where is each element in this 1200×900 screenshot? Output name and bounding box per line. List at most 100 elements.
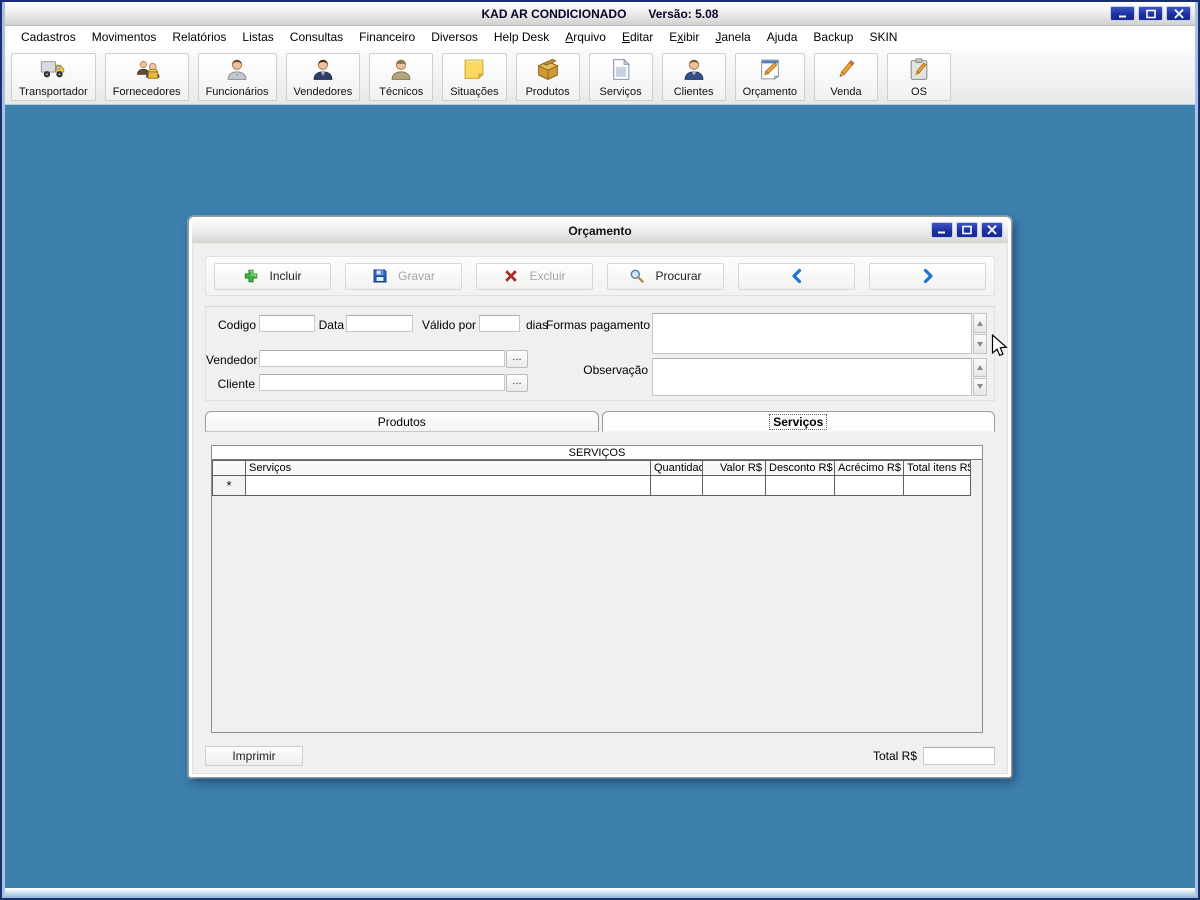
- toolbar-button-fornecedores[interactable]: Fornecedores: [104, 52, 189, 101]
- formas-pagamento-label: Formas pagamento: [546, 318, 651, 332]
- maximize-icon: [961, 225, 973, 235]
- toolbar-button-situacoes[interactable]: Situações: [442, 52, 507, 101]
- maximize-button[interactable]: [1138, 6, 1163, 21]
- menu-item-movimentos[interactable]: Movimentos: [84, 26, 165, 49]
- minimize-button[interactable]: [1110, 6, 1135, 21]
- main-window-frame: KAD AR CONDICIONADO Versão: 5.08 Cadastr…: [2, 2, 1198, 898]
- vendedor-input[interactable]: [259, 350, 505, 367]
- toolbar-button-label: Vendedores: [293, 85, 353, 98]
- toolbar-button-label: Clientes: [673, 85, 714, 98]
- menu-item-backup[interactable]: Backup: [805, 26, 861, 49]
- grid-cell[interactable]: [834, 475, 904, 496]
- action-button-prev[interactable]: [738, 262, 855, 290]
- observacao-textarea[interactable]: [652, 358, 972, 396]
- spin-down-button[interactable]: [973, 334, 987, 354]
- bottom-frame: [5, 888, 1195, 898]
- menu-item-listas[interactable]: Listas: [234, 26, 281, 49]
- orcamento-titlebar[interactable]: Orçamento: [192, 218, 1008, 243]
- data-input[interactable]: [346, 315, 413, 332]
- menu-item-arquivo[interactable]: Arquivo: [557, 26, 614, 49]
- grid-caption: SERVIÇOS: [212, 446, 982, 460]
- orcamento-body: Incluir Gravar Excluir Procurar Codigo Data…: [192, 243, 1008, 774]
- action-button-procurar[interactable]: Procurar: [607, 262, 724, 290]
- observacao-spinner: [973, 358, 987, 396]
- grid-cell[interactable]: [702, 475, 766, 496]
- close-icon: [986, 225, 998, 235]
- toolbar-button-venda[interactable]: Venda: [814, 52, 878, 101]
- valido-por-label: Válido por: [421, 318, 476, 332]
- menu-item-relatorios[interactable]: Relatórios: [164, 26, 234, 49]
- menu-item-exibir[interactable]: Exibir: [661, 26, 707, 49]
- seller-icon: [310, 56, 336, 83]
- orcamento-window-title: Orçamento: [568, 223, 632, 238]
- action-button-incluir[interactable]: Incluir: [214, 262, 331, 290]
- toolbar-button-label: Venda: [830, 85, 862, 98]
- orcamento-maximize-button[interactable]: [956, 222, 978, 238]
- formas-pagamento-textarea[interactable]: [652, 313, 972, 354]
- grid-cell[interactable]: [245, 475, 651, 496]
- toolbar-button-servicos[interactable]: Serviços: [588, 52, 653, 101]
- menu-item-help-desk[interactable]: Help Desk: [486, 26, 557, 49]
- menu-bar: Cadastros Movimentos Relatórios Listas Consu…: [5, 26, 1195, 49]
- menu-item-ajuda[interactable]: Ajuda: [759, 26, 806, 49]
- action-button-gravar[interactable]: Gravar: [345, 262, 462, 290]
- total-input[interactable]: [923, 747, 995, 765]
- menu-item-skin[interactable]: SKIN: [861, 26, 905, 49]
- main-window-controls: [1110, 6, 1191, 21]
- menu-item-consultas[interactable]: Consultas: [282, 26, 351, 49]
- toolbar-button-label: Transportador: [19, 85, 88, 98]
- toolbar-button-clientes[interactable]: Clientes: [661, 52, 726, 101]
- menu-item-cadastros[interactable]: Cadastros: [13, 26, 84, 49]
- grid-cell[interactable]: [650, 475, 703, 496]
- close-button[interactable]: [1166, 6, 1191, 21]
- plus-icon: [243, 268, 259, 284]
- menu-item-editar[interactable]: Editar: [614, 26, 661, 49]
- arrow-down-icon: [977, 384, 983, 390]
- employee-icon: [224, 56, 250, 83]
- doc-pencil-icon: [757, 56, 783, 83]
- vendedor-lookup-button[interactable]: ...: [506, 350, 528, 368]
- cliente-lookup-button[interactable]: ...: [506, 374, 528, 392]
- grid-filler: [971, 461, 982, 476]
- main-window: KAD AR CONDICIONADO Versão: 5.08 Cadastr…: [0, 0, 1200, 900]
- action-button-next[interactable]: [869, 262, 986, 290]
- toolbar-button-funcionarios[interactable]: Funcionários: [197, 52, 277, 101]
- suppliers-icon: [134, 56, 160, 83]
- orcamento-close-button[interactable]: [981, 222, 1003, 238]
- tab-label: Produtos: [377, 414, 426, 429]
- spin-up-button[interactable]: [973, 313, 987, 333]
- menu-item-diversos[interactable]: Diversos: [423, 26, 486, 49]
- spin-up-button[interactable]: [973, 358, 987, 377]
- main-window-title: KAD AR CONDICIONADO Versão: 5.08: [482, 7, 719, 21]
- toolbar-button-produtos[interactable]: Produtos: [515, 52, 580, 101]
- tab-strip: Produtos Serviços: [205, 411, 995, 432]
- codigo-input[interactable]: [259, 315, 315, 332]
- toolbar-button-os[interactable]: OS: [887, 52, 951, 101]
- cliente-input[interactable]: [259, 374, 505, 391]
- orcamento-minimize-button[interactable]: [931, 222, 953, 238]
- grid-cell[interactable]: [765, 475, 835, 496]
- menu-item-financeiro[interactable]: Financeiro: [351, 26, 423, 49]
- formas-pagamento-spinner: [973, 313, 987, 354]
- imprimir-button[interactable]: Imprimir: [205, 746, 303, 766]
- tab-servicos[interactable]: Serviços: [601, 411, 995, 432]
- grid-column-quantidade: Quantidade: [650, 460, 703, 476]
- main-titlebar: KAD AR CONDICIONADO Versão: 5.08: [5, 2, 1195, 26]
- tab-produtos[interactable]: Produtos: [205, 411, 599, 432]
- toolbar-button-vendedores[interactable]: Vendedores: [285, 52, 361, 101]
- toolbar-button-tecnicos[interactable]: Técnicos: [369, 52, 434, 101]
- valido-por-input[interactable]: [479, 315, 520, 332]
- action-button-excluir[interactable]: Excluir: [476, 262, 593, 290]
- toolbar-button-label: Serviços: [599, 85, 642, 98]
- total-group: Total R$: [873, 747, 995, 765]
- box-icon: [535, 56, 561, 83]
- toolbar-button-transportador[interactable]: Transportador: [11, 52, 96, 101]
- grid-cell[interactable]: [903, 475, 971, 496]
- menu-item-janela[interactable]: Janela: [707, 26, 758, 49]
- arrow-up-icon: [977, 364, 983, 370]
- spin-down-button[interactable]: [973, 377, 987, 396]
- grid-row-selector[interactable]: *: [212, 475, 246, 496]
- grid-column-total-itens-r: Total itens R$: [903, 460, 971, 476]
- orcamento-footer: Imprimir Total R$: [205, 744, 995, 768]
- toolbar-button-orcamento[interactable]: Orçamento: [734, 52, 805, 101]
